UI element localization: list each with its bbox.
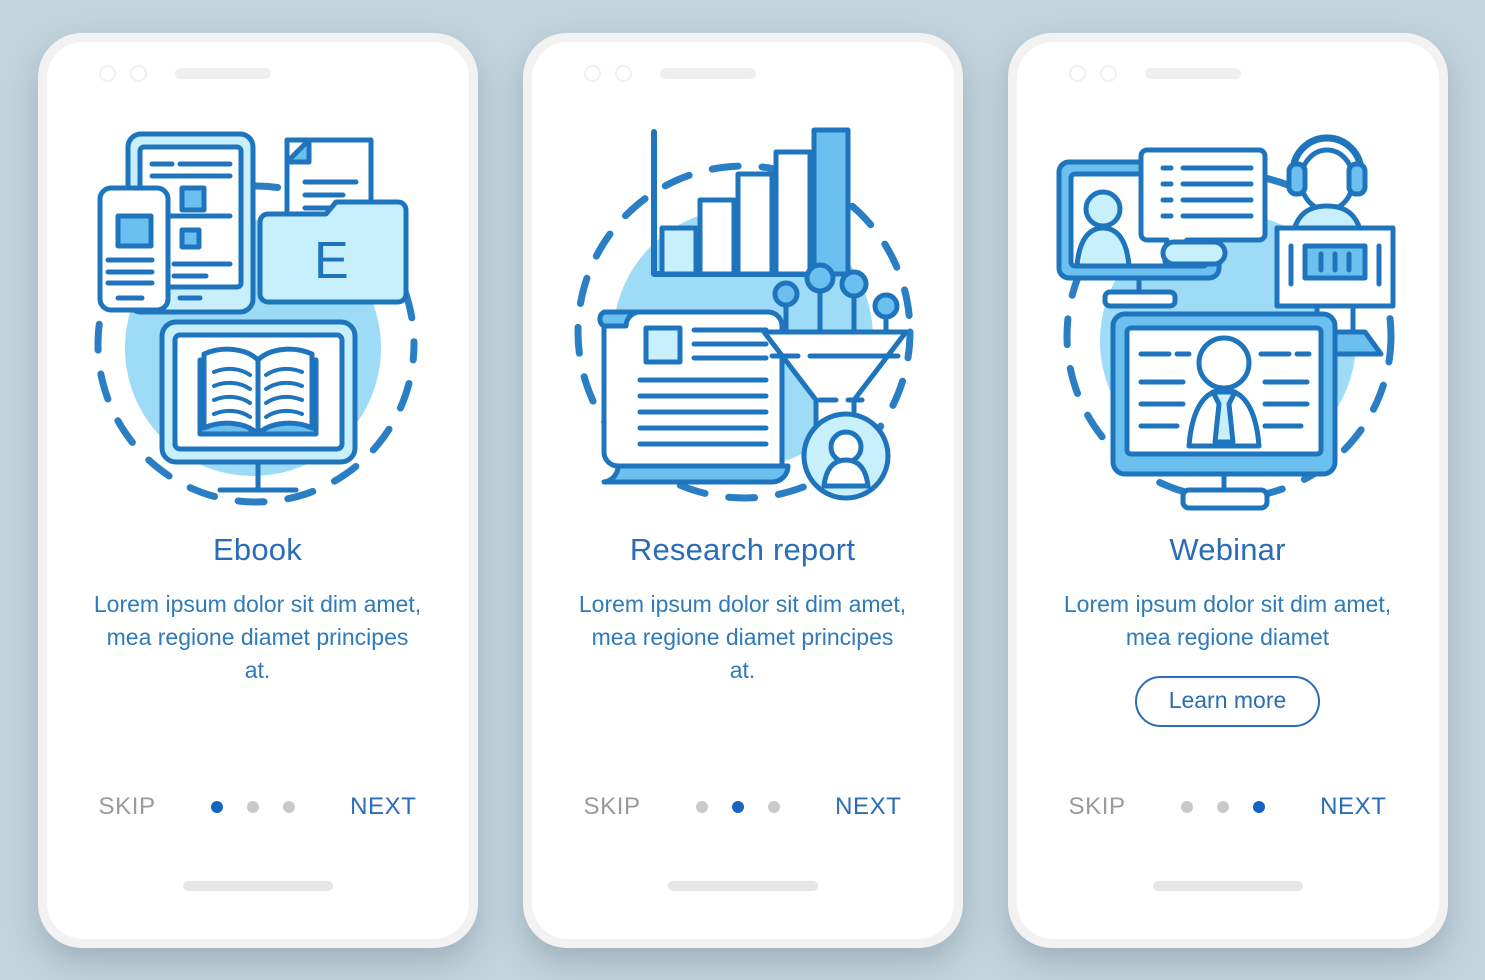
page-dot-2[interactable] [1216, 800, 1229, 813]
page-description: Lorem ipsum dolor sit dim amet, mea regi… [578, 590, 907, 684]
next-button[interactable]: NEXT [350, 793, 416, 821]
home-indicator [1152, 880, 1303, 891]
phone-screen-webinar: Webinar Lorem ipsum dolor sit dim amet, … [1007, 32, 1448, 948]
page-dot-3[interactable] [1252, 800, 1265, 813]
screen-surface: Research report Lorem ipsum dolor sit di… [531, 41, 954, 939]
home-indicator [182, 880, 333, 891]
camera-icon [1068, 65, 1086, 82]
home-indicator [667, 880, 818, 891]
screen-surface: E Ebook Lorem ipsum dolor sit dim amet, … [46, 41, 469, 939]
page-dot-1[interactable] [695, 800, 708, 813]
learn-more-button[interactable]: Learn more [1134, 676, 1321, 728]
page-title: Webinar [1169, 531, 1286, 567]
page-dot-1[interactable] [1180, 800, 1193, 813]
research-report-illustration [532, 106, 954, 526]
phone-screen-ebook: E Ebook Lorem ipsum dolor sit dim amet, … [37, 32, 478, 948]
sensor-icon [1099, 65, 1117, 82]
onboarding-board: E Ebook Lorem ipsum dolor sit dim amet, … [0, 0, 1485, 980]
next-button[interactable]: NEXT [1320, 793, 1386, 821]
ebook-illustration: E [47, 106, 469, 526]
page-title: Ebook [213, 531, 302, 567]
status-bar [532, 42, 954, 106]
skip-button[interactable]: SKIP [1069, 793, 1126, 821]
page-description: Lorem ipsum dolor sit dim amet, mea regi… [1063, 590, 1392, 650]
skip-button[interactable]: SKIP [584, 793, 641, 821]
page-dot-1[interactable] [210, 800, 223, 813]
page-description: Lorem ipsum dolor sit dim amet, mea regi… [93, 590, 422, 684]
status-bar [1017, 42, 1439, 106]
sensor-icon [614, 65, 632, 82]
next-button[interactable]: NEXT [835, 793, 901, 821]
page-dot-2[interactable] [731, 800, 744, 813]
onboarding-nav: SKIP NEXT [1017, 793, 1439, 821]
sensor-icon [129, 65, 147, 82]
webinar-illustration [1017, 106, 1439, 526]
page-indicator-dots [210, 800, 295, 813]
page-dot-3[interactable] [282, 800, 295, 813]
onboarding-nav: SKIP NEXT [47, 793, 469, 821]
camera-icon [583, 65, 601, 82]
page-indicator-dots [1180, 800, 1265, 813]
page-title: Research report [629, 531, 856, 567]
status-bar [47, 42, 469, 106]
speaker-grille [659, 68, 756, 79]
onboarding-nav: SKIP NEXT [532, 793, 954, 821]
phone-screen-research-report: Research report Lorem ipsum dolor sit di… [522, 32, 963, 948]
folder-letter-e: E [314, 232, 349, 290]
page-indicator-dots [695, 800, 780, 813]
page-dot-2[interactable] [246, 800, 259, 813]
camera-icon [98, 65, 116, 82]
speaker-grille [1144, 68, 1241, 79]
speaker-grille [174, 68, 271, 79]
screen-surface: Webinar Lorem ipsum dolor sit dim amet, … [1016, 41, 1439, 939]
skip-button[interactable]: SKIP [99, 793, 156, 821]
page-dot-3[interactable] [767, 800, 780, 813]
